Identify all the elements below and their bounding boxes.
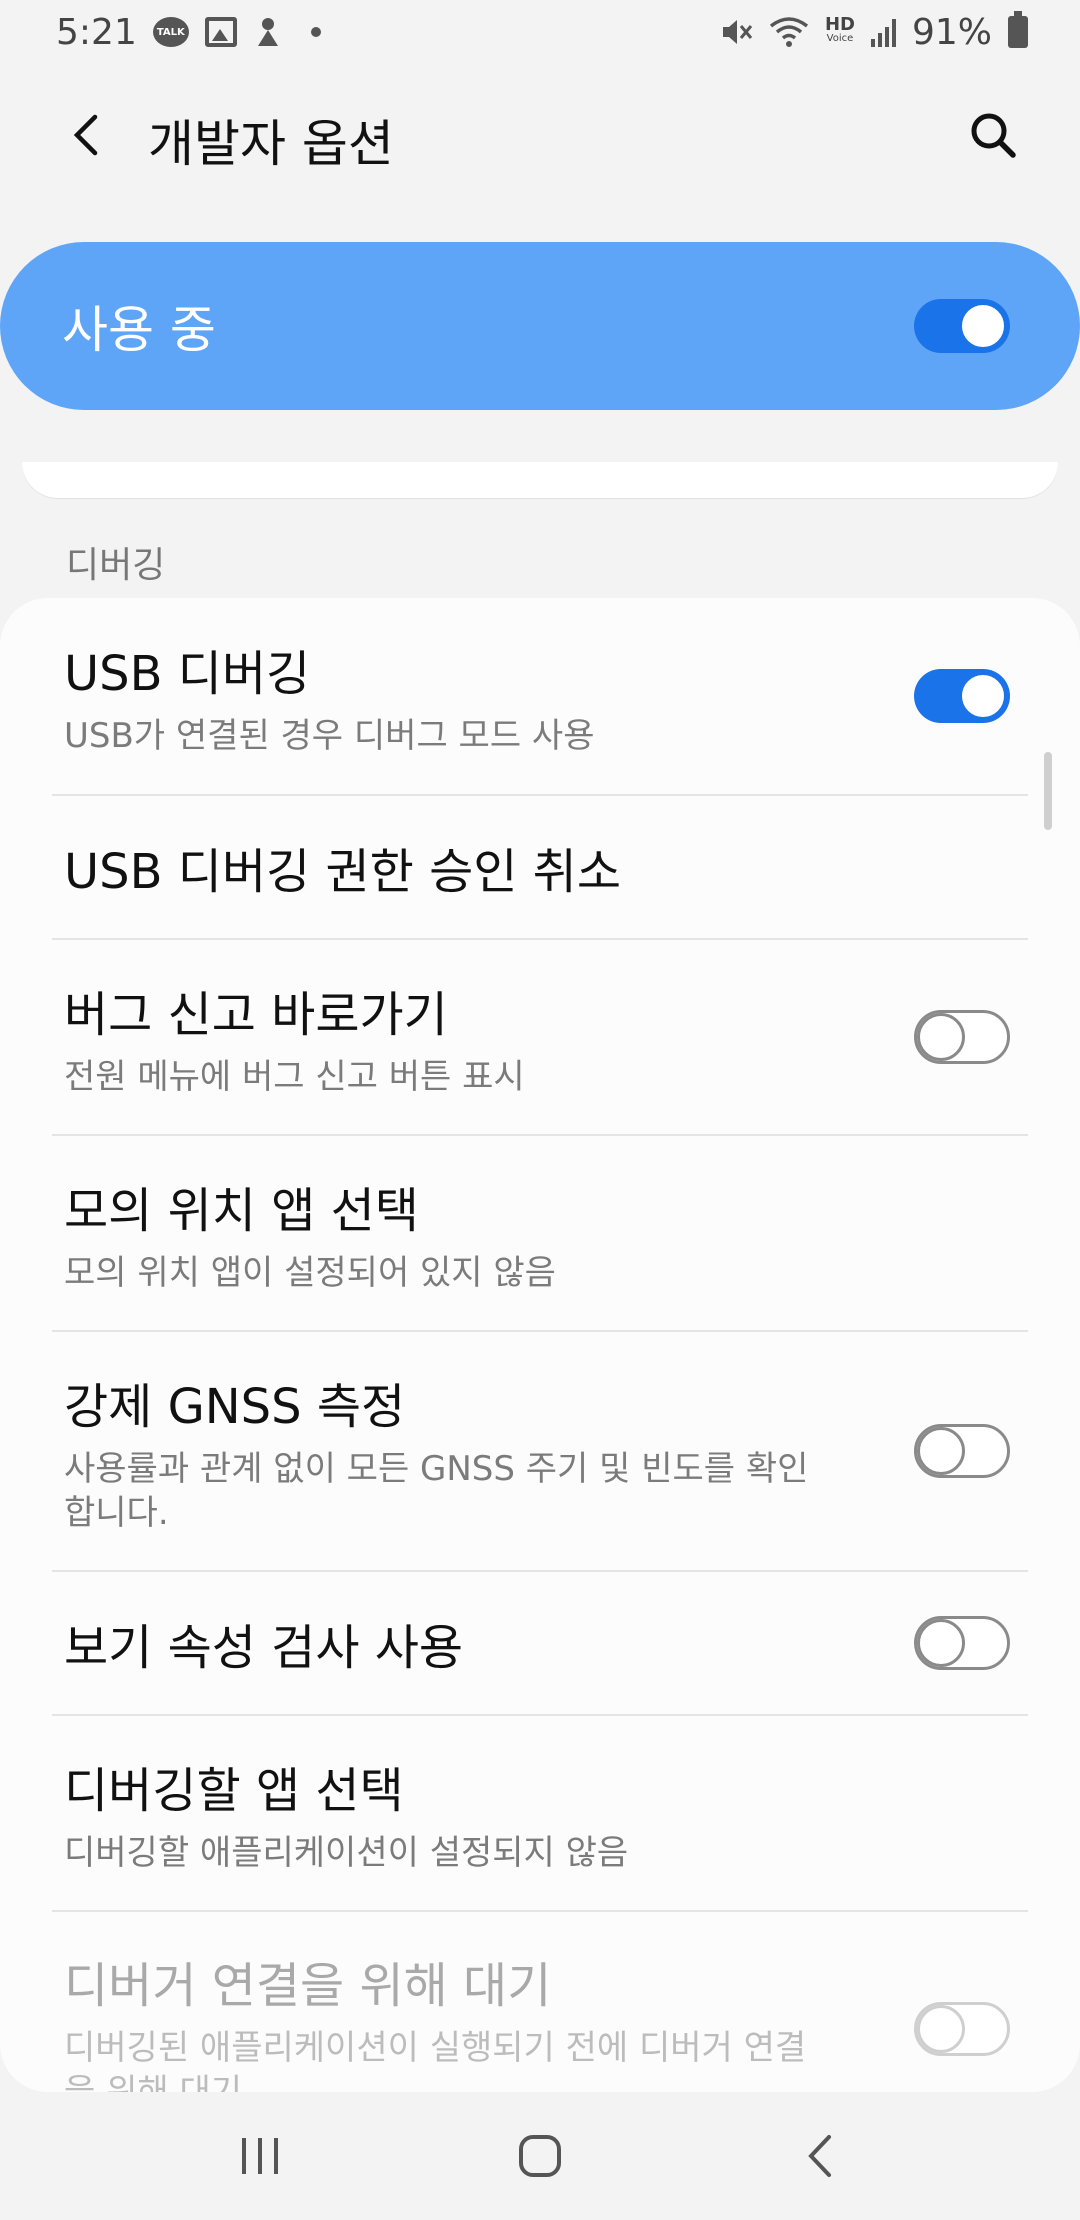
battery-icon (1008, 11, 1028, 48)
setting-force-gnss[interactable]: 강제 GNSS 측정 사용률과 관계 없이 모든 GNSS 주기 및 빈도를 확… (0, 1332, 1080, 1570)
setting-summary: 사용률과 관계 없이 모든 GNSS 주기 및 빈도를 확인합니다. (64, 1449, 809, 1533)
setting-text: 보기 속성 검사 사용 (64, 1608, 463, 1678)
back-button[interactable] (60, 108, 114, 162)
mute-icon (719, 16, 753, 48)
force-gnss-toggle[interactable] (914, 1424, 1010, 1478)
usb-debugging-toggle[interactable] (914, 669, 1010, 723)
chevron-left-icon (73, 114, 98, 156)
hd-label: HD (824, 14, 855, 35)
scrollbar[interactable] (1044, 752, 1052, 830)
setting-revoke-usb-debugging[interactable]: USB 디버깅 권한 승인 취소 (0, 796, 1080, 938)
kakaotalk-icon: TALK (152, 17, 189, 47)
setting-summary: 디버깅할 애플리케이션이 설정되지 않음 (64, 1833, 629, 1873)
setting-title: 보기 속성 검사 사용 (64, 1620, 464, 1676)
gallery-icon (204, 17, 237, 47)
voice-label: Voice (826, 33, 854, 44)
master-switch-bar[interactable]: 사용 중 (0, 242, 1080, 410)
status-time: 5:21 (56, 11, 137, 53)
master-switch-label: 사용 중 (62, 301, 216, 359)
toggle-knob (917, 1427, 965, 1475)
search-icon (971, 113, 1016, 158)
section-header-debugging: 디버깅 (66, 545, 166, 586)
nav-back-button[interactable] (780, 2116, 860, 2196)
setting-text: 버그 신고 바로가기 전원 메뉴에 버그 신고 버튼 표시 (64, 975, 525, 1099)
back-icon (808, 2135, 831, 2177)
master-switch-toggle[interactable] (914, 299, 1010, 353)
setting-usb-debugging[interactable]: USB 디버깅 USB가 연결된 경우 디버그 모드 사용 (0, 598, 1080, 794)
app-bar: 개발자 옵션 (0, 80, 1080, 190)
setting-select-debug-app[interactable]: 디버깅할 앱 선택 디버깅할 애플리케이션이 설정되지 않음 (0, 1716, 1080, 1910)
setting-summary: 디버깅된 애플리케이션이 실행되기 전에 디버거 연결을 위해 대기 (64, 2028, 807, 2092)
setting-title: 버그 신고 바로가기 (64, 987, 448, 1043)
home-button[interactable] (500, 2116, 580, 2196)
setting-text: 모의 위치 앱 선택 모의 위치 앱이 설정되어 있지 않음 (64, 1171, 556, 1295)
wifi-icon (769, 16, 809, 48)
toggle-knob (917, 1013, 965, 1061)
setting-title: 디버깅할 앱 선택 (64, 1763, 404, 1819)
setting-bug-report-shortcut[interactable]: 버그 신고 바로가기 전원 메뉴에 버그 신고 버튼 표시 (0, 940, 1080, 1134)
setting-title: 디버거 연결을 위해 대기 (64, 1958, 552, 2014)
setting-summary: 전원 메뉴에 버그 신고 버튼 표시 (64, 1057, 525, 1097)
page-title: 개발자 옵션 (148, 115, 394, 173)
recents-button[interactable] (220, 2116, 300, 2196)
settings-card: USB 디버깅 USB가 연결된 경우 디버그 모드 사용 USB 디버깅 권한… (0, 598, 1080, 2092)
navigation-bar (0, 2092, 1080, 2220)
setting-mock-location-app[interactable]: 모의 위치 앱 선택 모의 위치 앱이 설정되어 있지 않음 (0, 1136, 1080, 1330)
hd-voice-icon: HD Voice (824, 14, 855, 46)
recents-icon (242, 2138, 278, 2174)
status-bar: 5:21 TALK HD Voice 91% (0, 0, 1080, 64)
collapsed-card (22, 462, 1058, 498)
setting-summary: 모의 위치 앱이 설정되어 있지 않음 (64, 1253, 556, 1293)
setting-summary: USB가 연결된 경우 디버그 모드 사용 (64, 716, 595, 756)
setting-title: 모의 위치 앱 선택 (64, 1183, 419, 1239)
setting-title: USB 디버깅 권한 승인 취소 (64, 844, 622, 900)
dot-icon (310, 27, 321, 37)
setting-text: 디버깅할 앱 선택 디버깅할 애플리케이션이 설정되지 않음 (64, 1751, 628, 1875)
download-icon (253, 16, 283, 48)
wait-for-debugger-toggle[interactable] (914, 2002, 1010, 2056)
toggle-knob (959, 672, 1007, 720)
setting-title: 강제 GNSS 측정 (64, 1379, 406, 1435)
setting-wait-for-debugger[interactable]: 디버거 연결을 위해 대기 디버깅된 애플리케이션이 실행되기 전에 디버거 연… (0, 1912, 1080, 2092)
home-icon (519, 2135, 561, 2177)
view-attribute-inspection-toggle[interactable] (914, 1616, 1010, 1670)
toggle-knob (917, 1619, 965, 1667)
setting-text: USB 디버깅 권한 승인 취소 (64, 832, 621, 902)
setting-title: USB 디버깅 (64, 646, 311, 702)
battery-percent: 91% (911, 11, 992, 53)
bug-report-shortcut-toggle[interactable] (914, 1010, 1010, 1064)
setting-text: USB 디버깅 USB가 연결된 경우 디버그 모드 사용 (64, 634, 594, 758)
status-right: HD Voice 91% (719, 11, 1028, 53)
signal-icon (870, 17, 896, 47)
setting-view-attribute-inspection[interactable]: 보기 속성 검사 사용 (0, 1572, 1080, 1714)
toggle-knob (917, 2005, 965, 2053)
toggle-knob (959, 302, 1007, 350)
setting-text: 디버거 연결을 위해 대기 디버깅된 애플리케이션이 실행되기 전에 디버거 연… (64, 1946, 824, 2092)
status-left: 5:21 TALK (56, 12, 321, 53)
setting-text: 강제 GNSS 측정 사용률과 관계 없이 모든 GNSS 주기 및 빈도를 확… (64, 1367, 824, 1535)
search-button[interactable] (966, 108, 1020, 162)
